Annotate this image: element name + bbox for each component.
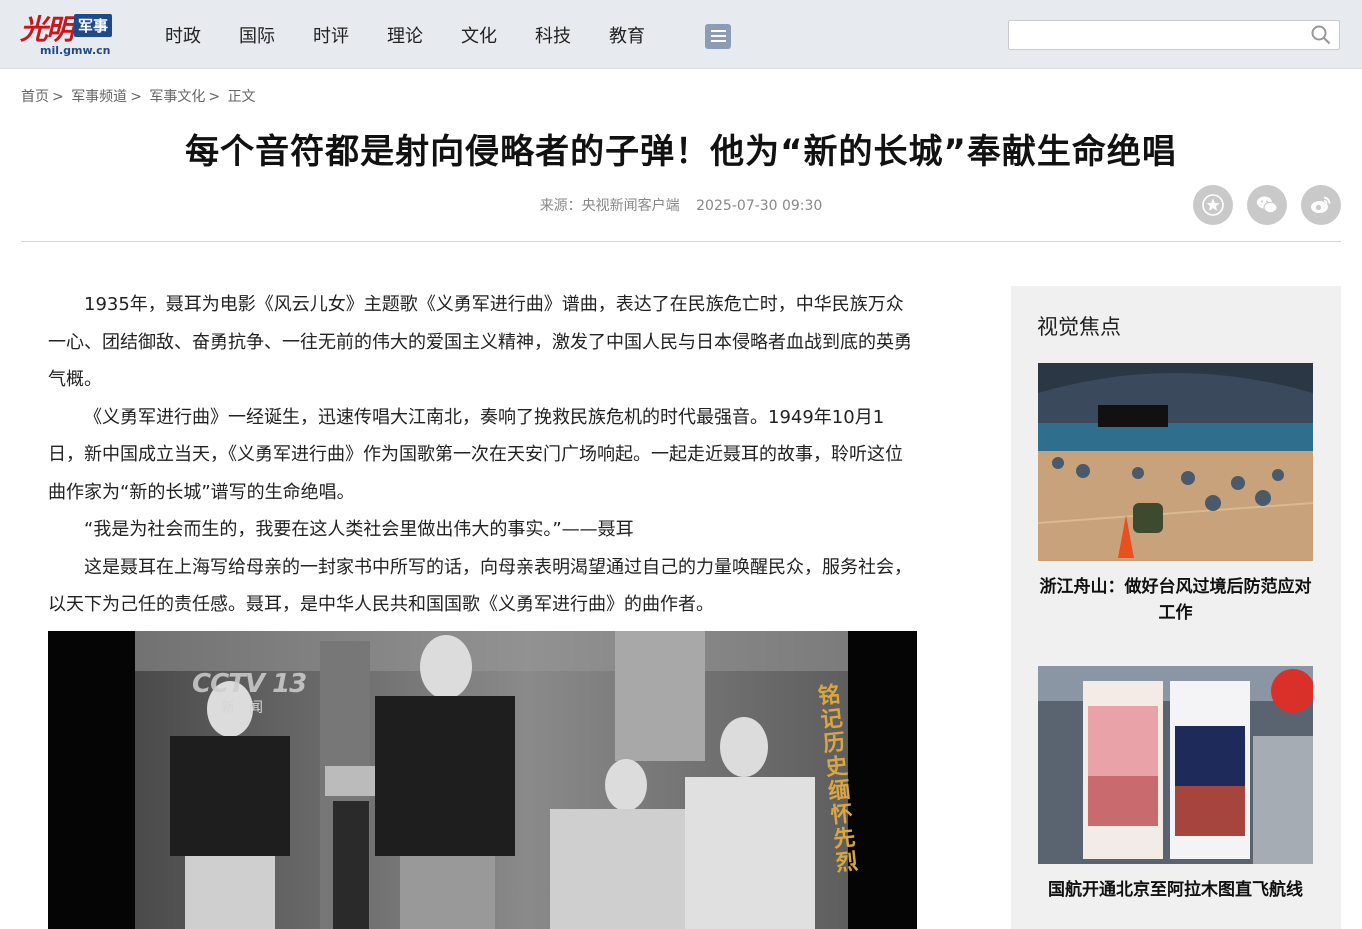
site-header: 光明 军事 mil.gmw.cn 时政 国际 时评 理论 文化 科技 教育 <box>0 0 1362 69</box>
article-title: 每个音符都是射向侵略者的子弹！他为“新的长城”奉献生命绝唱 <box>185 132 1177 172</box>
logo-text: 光明 <box>20 13 74 46</box>
favorite-star-icon[interactable] <box>1193 185 1233 225</box>
photo-caption-line1: 铭记历史 <box>816 681 850 782</box>
article-source: 来源：央视新闻客户端 <box>539 198 680 214</box>
article-paragraph: 1935年，聂耳为电影《风云儿女》主题歌《义勇军进行曲》谱曲，表达了在民族危亡时… <box>48 294 912 390</box>
nav-item-commentary[interactable]: 时评 <box>313 22 349 48</box>
article-paragraph: 这是聂耳在上海写给母亲的一封家书中所写的话，向母亲表明渴望通过自己的力量唤醒民众… <box>48 556 912 616</box>
sidebar-title: 视觉焦点 <box>1037 315 1121 339</box>
search-input[interactable] <box>1015 22 1309 50</box>
historical-family-photo: CCTV 13 新闻 铭记历史 缅怀先烈 <box>135 631 859 929</box>
logo-tag: 军事 <box>74 14 113 37</box>
logo-url: mil.gmw.cn <box>40 44 111 57</box>
breadcrumb-home[interactable]: 首页 <box>21 89 49 105</box>
article-date: 2025-07-30 09:30 <box>696 198 823 214</box>
nav-item-technology[interactable]: 科技 <box>535 22 571 48</box>
main-nav: 时政 国际 时评 理论 文化 科技 教育 <box>165 22 683 48</box>
nav-item-politics[interactable]: 时政 <box>165 22 201 48</box>
photo-caption-overlay: 铭记历史 缅怀先烈 <box>816 681 860 877</box>
sidebar-thumbnail-zhoushan[interactable] <box>1038 363 1313 561</box>
breadcrumb-military-channel[interactable]: 军事频道 <box>71 89 127 105</box>
visual-focus-sidebar: 视觉焦点 浙江舟山：做好台风过境后防范应对工作 国航开通北京至阿拉木图直飞航线 <box>1011 286 1341 929</box>
nav-item-theory[interactable]: 理论 <box>387 22 423 48</box>
menu-list-icon[interactable] <box>705 24 731 49</box>
article-paragraph: “我是为社会而生的，我要在这人类社会里做出伟大的事实。”——聂耳 <box>84 519 634 540</box>
site-logo[interactable]: 光明 军事 mil.gmw.cn <box>20 8 132 60</box>
photo-caption-line2: 缅怀先烈 <box>826 776 860 877</box>
nav-item-education[interactable]: 教育 <box>609 22 645 48</box>
search-box <box>1008 20 1340 50</box>
article-paragraph: 《义勇军进行曲》一经诞生，迅速传唱大江南北，奏响了挽救民族危机的时代最强音。19… <box>48 406 903 503</box>
nav-item-culture[interactable]: 文化 <box>461 22 497 48</box>
sidebar-thumbnail-airchina[interactable] <box>1038 666 1313 864</box>
nav-item-international[interactable]: 国际 <box>239 22 275 48</box>
title-divider <box>21 241 1341 242</box>
sidebar-caption-zhoushan[interactable]: 浙江舟山：做好台风过境后防范应对工作 <box>1038 574 1313 626</box>
article-meta: 来源：央视新闻客户端 2025-07-30 09:30 <box>0 195 1362 215</box>
article-photo: CCTV 13 新闻 铭记历史 缅怀先烈 <box>48 631 917 929</box>
search-icon[interactable] <box>1311 25 1331 45</box>
sidebar-caption-airchina[interactable]: 国航开通北京至阿拉木图直飞航线 <box>1038 877 1313 903</box>
breadcrumb-current: 正文 <box>227 89 256 105</box>
weibo-icon[interactable] <box>1301 185 1341 225</box>
breadcrumb: 首页 > 军事频道 > 军事文化 > 正文 <box>21 89 256 105</box>
article-body: 1935年，聂耳为电影《风云儿女》主题歌《义勇军进行曲》谱曲，表达了在民族危亡时… <box>48 286 918 624</box>
breadcrumb-military-culture[interactable]: 军事文化 <box>149 89 205 105</box>
wechat-icon[interactable] <box>1247 185 1287 225</box>
cctv-watermark: CCTV 13 <box>192 669 307 699</box>
cctv-watermark-sub: 新闻 <box>221 700 277 716</box>
